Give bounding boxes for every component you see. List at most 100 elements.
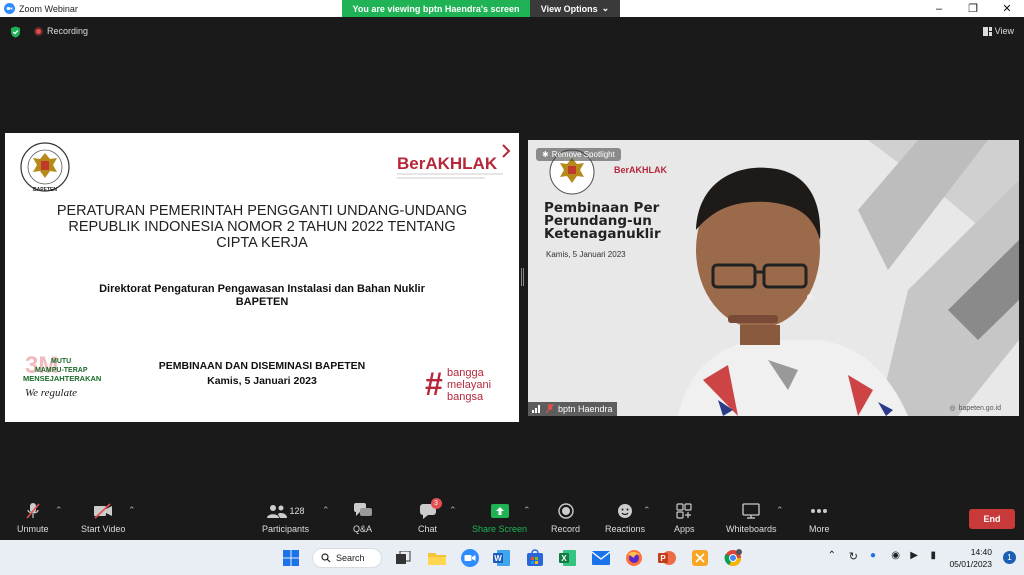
slide-department: Direktorat Pengaturan Pengawasan Instala…: [45, 283, 479, 309]
chrome-icon[interactable]: [722, 547, 744, 569]
start-video-button[interactable]: Start Video: [81, 501, 125, 534]
task-view-icon[interactable]: [392, 547, 414, 569]
smiley-icon: [618, 504, 633, 518]
mutu-text: MUTU: [51, 358, 71, 365]
reactions-caret-icon[interactable]: ⌃: [643, 505, 651, 516]
remove-spotlight-button[interactable]: ✱ Remove Spotlight: [536, 148, 621, 161]
svg-text:P: P: [660, 554, 666, 563]
mutu-logo: 3M MUTU MAMPU-TERAP MENSEJAHTERAKAN We r…: [23, 352, 101, 399]
sync-icon[interactable]: ↻: [849, 550, 858, 563]
chat-button[interactable]: 3 Chat: [418, 498, 442, 534]
battery-icon[interactable]: ▮: [930, 550, 936, 561]
bangga-melayani-bangsa-logo: # bangga melayani bangsa: [425, 366, 491, 403]
whiteboard-icon: [742, 503, 760, 519]
video-slide-date: Kamis, 5 Januari 2023: [546, 250, 626, 259]
slide-title: PERATURAN PEMERINTAH PENGGANTI UNDANG-UN…: [56, 203, 468, 251]
windows-taskbar: Search W X P ⌃ ↻ ● ◉ ▶ ▮ 14:40 05/01/202…: [0, 540, 1024, 575]
mensejahterakan-text: MENSEJAHTERAKAN: [23, 374, 101, 383]
share-screen-icon: [490, 504, 509, 518]
apps-label: Apps: [674, 524, 695, 534]
search-icon: [321, 553, 331, 563]
share-screen-button[interactable]: Share Screen: [472, 501, 527, 534]
chevron-up-icon[interactable]: ⌃: [828, 550, 836, 561]
speaker-name-tag: bptn Haendra: [528, 402, 617, 416]
qa-label: Q&A: [353, 524, 373, 534]
video-slide-title: Pembinaan Per Perundang-un Ketenaganukli…: [544, 201, 661, 242]
event-line-2: Kamis, 5 Januari 2023: [207, 375, 317, 387]
taskbar-search[interactable]: Search: [312, 548, 382, 568]
berakhlak-text: BerAKHLAK: [397, 154, 498, 173]
shield-check-icon[interactable]: [10, 26, 21, 38]
view-options-button[interactable]: View Options ⌄: [530, 0, 620, 17]
record-label: Record: [551, 524, 581, 534]
apps-button[interactable]: Apps: [674, 501, 695, 534]
notification-badge[interactable]: 1: [1003, 551, 1016, 564]
reactions-label: Reactions: [605, 524, 646, 534]
shared-screen-slide: BAPETEN BerAKHLAK PERATURAN PEMERINTAH P…: [5, 133, 519, 422]
record-button[interactable]: Record: [551, 501, 580, 534]
firefox-icon[interactable]: [623, 547, 645, 569]
store-icon[interactable]: [524, 547, 546, 569]
file-explorer-icon[interactable]: [426, 547, 448, 569]
video-site-label: bapeten.go.id: [958, 404, 1001, 412]
muted-mic-icon: [546, 404, 554, 414]
close-button[interactable]: ✕: [990, 0, 1024, 17]
word-icon[interactable]: W: [491, 547, 513, 569]
recording-dot-icon: [34, 26, 43, 36]
video-title-line-3: Ketenaganuklir: [544, 226, 661, 242]
unmute-label: Unmute: [17, 524, 49, 534]
video-options-caret-icon[interactable]: ⌃: [128, 505, 136, 516]
recording-label: Recording: [47, 26, 89, 36]
spotlight-icon: ✱: [542, 150, 549, 159]
unmute-button[interactable]: Unmute: [17, 501, 49, 534]
snip-tool-icon[interactable]: [689, 547, 711, 569]
mampu-text: MAMPU-TERAP: [35, 367, 88, 374]
maximize-button[interactable]: ❐: [956, 0, 990, 17]
excel-icon[interactable]: X: [557, 547, 579, 569]
share-screen-label: Share Screen: [472, 524, 528, 534]
speaker-video[interactable]: BerAKHLAK Pembinaan Per Perundang-un Ket…: [528, 140, 1019, 416]
logo-text: BAPETEN: [33, 187, 57, 193]
microphone-icon[interactable]: ●: [870, 550, 876, 561]
viewing-screen-banner: You are viewing bptn Haendra's screen: [342, 0, 530, 17]
chat-caret-icon[interactable]: ⌃: [449, 505, 457, 516]
split-resize-handle[interactable]: [521, 268, 524, 286]
whiteboards-label: Whiteboards: [726, 524, 777, 534]
video-berakhlak-text: BerAKHLAK: [614, 165, 668, 175]
taskbar-clock[interactable]: 14:40 05/01/2023: [949, 546, 992, 570]
participants-label: Participants: [262, 524, 310, 534]
powerpoint-icon[interactable]: P: [656, 547, 678, 569]
recording-indicator[interactable]: Recording: [34, 26, 88, 36]
participants-button[interactable]: 128 Participants: [262, 501, 309, 534]
search-label: Search: [336, 553, 365, 563]
whiteboards-caret-icon[interactable]: ⌃: [776, 505, 784, 516]
mail-icon[interactable]: [590, 547, 612, 569]
berakhlak-logo: BerAKHLAK: [397, 144, 511, 179]
view-button[interactable]: View: [982, 26, 1014, 36]
audio-options-caret-icon[interactable]: ⌃: [55, 505, 63, 516]
video-off-icon: [94, 503, 113, 519]
zoom-taskbar-icon[interactable]: [459, 547, 481, 569]
wifi-icon[interactable]: ◉: [891, 550, 900, 561]
video-site: ◎ bapeten.go.id: [949, 404, 1001, 413]
windows-start-icon[interactable]: [280, 547, 302, 569]
clock-date: 05/01/2023: [949, 559, 992, 569]
svg-text:W: W: [494, 554, 502, 563]
share-screen-caret-icon[interactable]: ⌃: [523, 505, 531, 516]
qa-button[interactable]: Q&A: [353, 501, 372, 534]
minimize-button[interactable]: –: [922, 0, 956, 17]
melayani-text: melayani: [447, 379, 491, 391]
participants-caret-icon[interactable]: ⌃: [322, 505, 330, 516]
we-regulate-text: We regulate: [25, 387, 77, 399]
end-button[interactable]: End: [969, 509, 1015, 529]
whiteboards-button[interactable]: Whiteboards: [726, 501, 777, 534]
more-button[interactable]: More: [809, 501, 830, 534]
participants-icon: [266, 505, 287, 518]
qa-icon: [353, 503, 372, 516]
app-title: Zoom Webinar: [19, 3, 78, 14]
clock-time: 14:40: [970, 547, 992, 557]
speaker-icon[interactable]: ▶: [910, 550, 918, 561]
reactions-button[interactable]: Reactions: [605, 501, 645, 534]
meeting-toolbar: Unmute ⌃ Start Video ⌃ 128 Participants …: [0, 497, 1024, 539]
chat-label: Chat: [418, 524, 438, 534]
